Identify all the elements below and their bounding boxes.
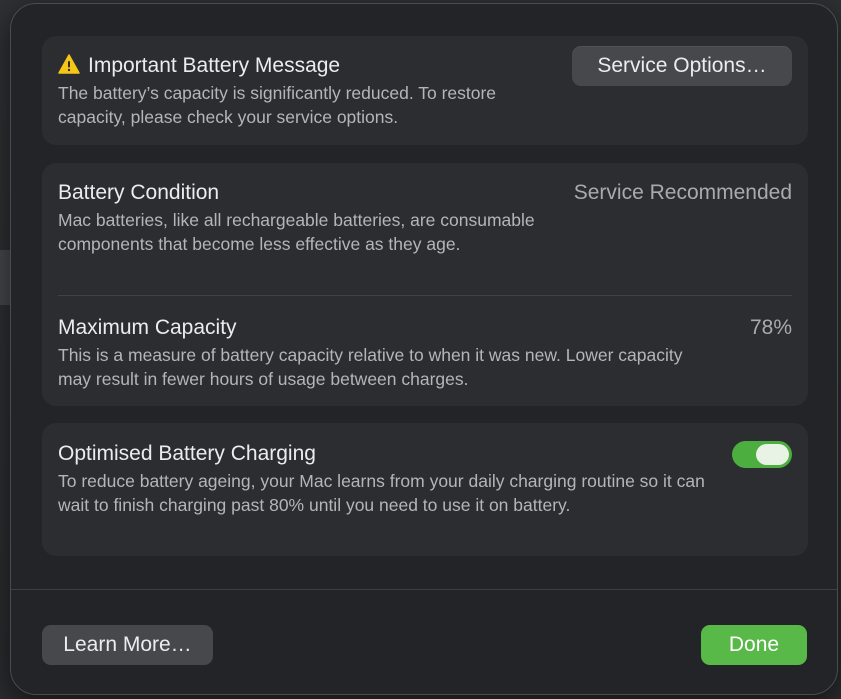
maximum-capacity-title: Maximum Capacity	[58, 316, 237, 339]
done-button[interactable]: Done	[701, 625, 807, 665]
learn-more-button[interactable]: Learn More…	[42, 625, 213, 665]
battery-message-title-row: Important Battery Message	[58, 54, 340, 78]
battery-message-title: Important Battery Message	[88, 54, 341, 77]
service-options-button[interactable]: Service Options…	[572, 46, 792, 86]
card-divider	[58, 295, 792, 296]
battery-condition-value: Service Recommended	[573, 181, 792, 204]
optimised-charging-toggle[interactable]	[732, 441, 792, 468]
battery-health-dialog: Important Battery Message The battery’s …	[10, 3, 838, 695]
maximum-capacity-description: This is a measure of battery capacity re…	[58, 345, 683, 389]
battery-message-card: Important Battery Message The battery’s …	[42, 36, 808, 145]
optimised-charging-title: Optimised Battery Charging	[58, 442, 316, 465]
maximum-capacity-value: 78%	[749, 316, 792, 339]
battery-status-card: Battery Condition Service Recommended Ma…	[42, 163, 808, 406]
battery-condition-title: Battery Condition	[58, 181, 220, 204]
battery-condition-description: Mac batteries, like all rechargeable bat…	[58, 210, 535, 254]
optimised-charging-card: Optimised Battery Charging To reduce bat…	[42, 423, 808, 556]
optimised-charging-description: To reduce battery ageing, your Mac learn…	[58, 471, 705, 515]
footer-divider	[11, 589, 837, 590]
background-sidebar-edge	[0, 250, 10, 305]
warning-icon	[58, 54, 80, 74]
battery-message-description: The battery’s capacity is significantly …	[58, 83, 497, 127]
toggle-knob	[756, 444, 789, 465]
